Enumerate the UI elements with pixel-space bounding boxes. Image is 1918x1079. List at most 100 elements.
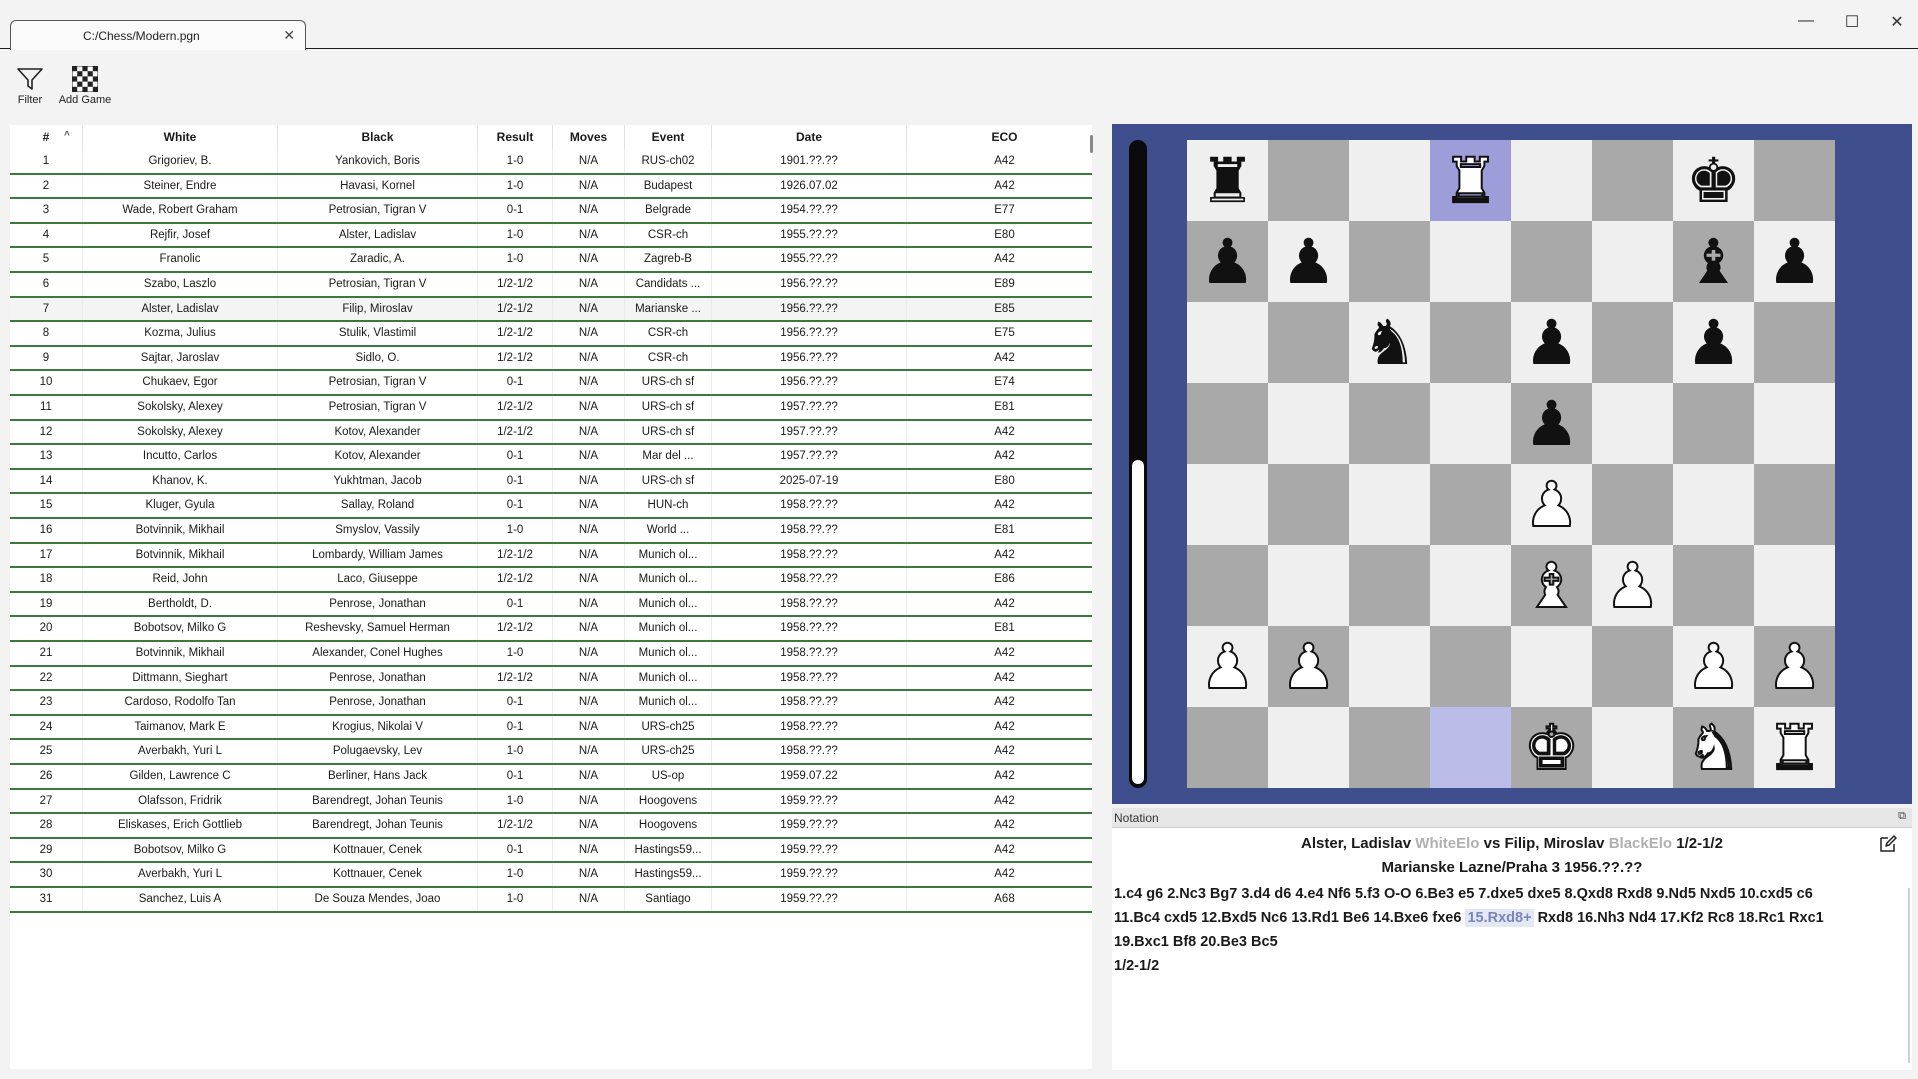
table-row[interactable]: 26 Gilden, Lawrence C Berliner, Hans Jack 0… [10, 765, 1092, 790]
white-pawn-icon[interactable]: ♟ [1280, 634, 1338, 698]
square-c7[interactable] [1349, 221, 1430, 302]
square-e1[interactable]: ♚ [1511, 707, 1592, 788]
black-pawn-icon[interactable]: ♟ [1524, 311, 1580, 374]
square-h4[interactable] [1754, 464, 1835, 545]
square-e2[interactable] [1511, 626, 1592, 707]
file-tab[interactable]: C:/Chess/Modern.pgn ✕ [10, 20, 306, 50]
square-a6[interactable] [1187, 302, 1268, 383]
move-line[interactable]: 19.Bxc1 Bf8 20.Be3 Bc5 [1114, 930, 1894, 954]
minimize-button[interactable]: — [1791, 12, 1821, 36]
add-game-button[interactable]: Add Game [56, 66, 114, 106]
square-g3[interactable] [1673, 545, 1754, 626]
square-d8[interactable]: ♜ [1430, 140, 1511, 221]
square-h5[interactable] [1754, 383, 1835, 464]
square-f5[interactable] [1592, 383, 1673, 464]
square-d7[interactable] [1430, 221, 1511, 302]
black-pawn-icon[interactable]: ♟ [1767, 230, 1823, 293]
col-header-date[interactable]: Date [712, 125, 907, 150]
square-b1[interactable] [1268, 707, 1349, 788]
square-c4[interactable] [1349, 464, 1430, 545]
square-b5[interactable] [1268, 383, 1349, 464]
close-window-button[interactable]: ✕ [1882, 12, 1912, 36]
table-row[interactable]: 21 Botvinnik, Mikhail Alexander, Conel Hug… [10, 642, 1092, 667]
square-f4[interactable] [1592, 464, 1673, 545]
square-c5[interactable] [1349, 383, 1430, 464]
square-f6[interactable] [1592, 302, 1673, 383]
table-row[interactable]: 27 Olafsson, Fridrik Barendregt, Johan Teu… [10, 789, 1092, 815]
square-c6[interactable]: ♞ [1349, 302, 1430, 383]
black-rook-icon[interactable]: ♜ [1200, 149, 1256, 212]
table-row[interactable]: 9 Sajtar, Jaroslav Sidlo, O. 1/2-1/2 N/A CSR-… [10, 346, 1092, 372]
square-e8[interactable] [1511, 140, 1592, 221]
close-tab-icon[interactable]: ✕ [283, 27, 295, 44]
move-line[interactable]: 11.Bc4 cxd5 12.Bxd5 Nc6 13.Rd1 Be6 14.Bx… [1114, 906, 1894, 930]
square-g5[interactable] [1673, 383, 1754, 464]
black-pawn-icon[interactable]: ♟ [1200, 230, 1256, 293]
square-h7[interactable]: ♟ [1754, 221, 1835, 302]
table-row[interactable]: 14 Khanov, K. Yukhtman, Jacob 0-1 N/A URS-ch … [10, 469, 1092, 495]
square-e4[interactable]: ♟ [1511, 464, 1592, 545]
table-row[interactable]: 31 Sanchez, Luis A De Souza Mendes, Joao 1-… [10, 888, 1092, 913]
square-f7[interactable] [1592, 221, 1673, 302]
white-pawn-icon[interactable]: ♟ [1685, 634, 1743, 698]
white-rook-icon[interactable]: ♜ [1442, 148, 1500, 212]
table-row[interactable]: 15 Kluger, Gyula Sallay, Roland 0-1 N/A HUN-c… [10, 494, 1092, 519]
table-scrollbar[interactable] [1090, 135, 1093, 153]
table-row[interactable]: 25 Averbakh, Yuri L Polugaevsky, Lev 1-0 N/A… [10, 740, 1092, 765]
black-knight-icon[interactable]: ♞ [1362, 311, 1418, 374]
col-header-eco[interactable]: ECO [907, 125, 1092, 150]
square-a2[interactable]: ♟ [1187, 626, 1268, 707]
black-bishop-icon[interactable]: ♝ [1686, 230, 1742, 293]
col-header-black[interactable]: Black [278, 125, 478, 150]
move-line[interactable]: 1.c4 g6 2.Nc3 Bg7 3.d4 d6 4.e4 Nf6 5.f3 … [1114, 882, 1894, 906]
square-a1[interactable] [1187, 707, 1268, 788]
table-row[interactable]: 29 Bobotsov, Milko G Kottnauer, Cenek 0-1 N/… [10, 838, 1092, 864]
undock-icon[interactable]: ⧉ [1898, 810, 1906, 823]
white-pawn-icon[interactable]: ♟ [1766, 634, 1824, 698]
square-e3[interactable]: ♝ [1511, 545, 1592, 626]
table-row[interactable]: 17 Botvinnik, Mikhail Lombardy, William Ja… [10, 543, 1092, 569]
square-g8[interactable]: ♚ [1673, 140, 1754, 221]
table-row[interactable]: 7 Alster, Ladislav Filip, Miroslav 1/2-1/2 N… [10, 297, 1092, 323]
square-b4[interactable] [1268, 464, 1349, 545]
black-pawn-icon[interactable]: ♟ [1524, 392, 1580, 455]
square-g4[interactable] [1673, 464, 1754, 545]
square-g2[interactable]: ♟ [1673, 626, 1754, 707]
square-a7[interactable]: ♟ [1187, 221, 1268, 302]
table-row[interactable]: 30 Averbakh, Yuri L Kottnauer, Cenek 1-0 N/A… [10, 863, 1092, 888]
square-c2[interactable] [1349, 626, 1430, 707]
current-move[interactable]: 15.Rxd8+ [1465, 909, 1534, 927]
table-row[interactable]: 23 Cardoso, Rodolfo Tan Penrose, Jonathan 0… [10, 691, 1092, 716]
black-pawn-icon[interactable]: ♟ [1686, 311, 1742, 374]
square-b2[interactable]: ♟ [1268, 626, 1349, 707]
table-row[interactable]: 1 Grigoriev, B. Yankovich, Boris 1-0 N/A RUS-… [10, 150, 1092, 175]
square-d1[interactable] [1430, 707, 1511, 788]
table-row[interactable]: 10 Chukaev, Egor Petrosian, Tigran V 0-1 N/A… [10, 371, 1092, 396]
table-row[interactable]: 28 Eliskases, Erich Gottlieb Barendregt, J… [10, 814, 1092, 839]
white-pawn-icon[interactable]: ♟ [1199, 634, 1257, 698]
table-row[interactable]: 6 Szabo, Laszlo Petrosian, Tigran V 1/2-1/2… [10, 273, 1092, 298]
square-g7[interactable]: ♝ [1673, 221, 1754, 302]
col-header-num[interactable]: # ^ [10, 125, 83, 150]
white-bishop-icon[interactable]: ♝ [1523, 553, 1581, 617]
square-c8[interactable] [1349, 140, 1430, 221]
chessboard[interactable]: ♜ ♜ ♚ ♟ ♟ ♝ ♟ ♞ ♟ ♟ ♟ ♟ ♝ ♟ ♟ ♟ ♟ ♟ ♚ ♞ ♜ [1187, 140, 1835, 788]
square-d5[interactable] [1430, 383, 1511, 464]
black-king-icon[interactable]: ♚ [1686, 149, 1742, 212]
square-g1[interactable]: ♞ [1673, 707, 1754, 788]
col-header-event[interactable]: Event [625, 125, 712, 150]
table-row[interactable]: 2 Steiner, Endre Havasi, Kornel 1-0 N/A Budap… [10, 174, 1092, 200]
table-row[interactable]: 11 Sokolsky, Alexey Petrosian, Tigran V 1/2… [10, 396, 1092, 421]
square-c3[interactable] [1349, 545, 1430, 626]
notation-scrollbar[interactable] [1908, 888, 1910, 1063]
table-row[interactable]: 24 Taimanov, Mark E Krogius, Nikolai V 0-1 N… [10, 715, 1092, 741]
square-e7[interactable] [1511, 221, 1592, 302]
white-king-icon[interactable]: ♚ [1523, 715, 1581, 779]
square-b7[interactable]: ♟ [1268, 221, 1349, 302]
white-knight-icon[interactable]: ♞ [1685, 715, 1743, 779]
square-h3[interactable] [1754, 545, 1835, 626]
black-pawn-icon[interactable]: ♟ [1281, 230, 1337, 293]
white-player[interactable]: Alster, Ladislav [1301, 835, 1411, 852]
square-c1[interactable] [1349, 707, 1430, 788]
square-d6[interactable] [1430, 302, 1511, 383]
